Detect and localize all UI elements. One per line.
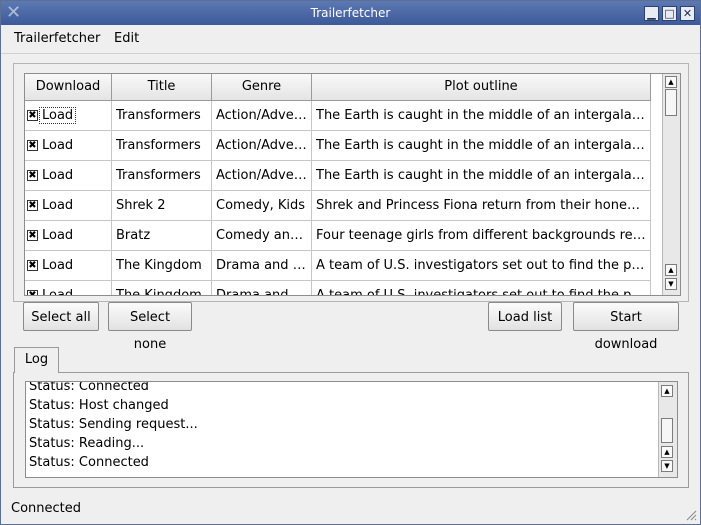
title-cell: The Kingdom bbox=[112, 281, 212, 295]
download-label: Load bbox=[42, 168, 74, 183]
download-cell[interactable]: ✖ Load bbox=[25, 131, 112, 161]
log-line: Status: Sending request... bbox=[29, 417, 198, 432]
log-line: Status: Reading... bbox=[29, 436, 145, 451]
table-row[interactable]: ✖ Load Transformers Action/Adventure The… bbox=[25, 161, 661, 191]
arrow-up-icon[interactable]: ▲ bbox=[661, 446, 673, 458]
plot-cell: The Earth is caught in the middle of an … bbox=[312, 131, 651, 161]
plot-cell: The Earth is caught in the middle of an … bbox=[312, 101, 651, 131]
download-cell[interactable]: ✖ Load bbox=[25, 251, 112, 281]
trailer-table[interactable]: Download Title Genre Plot outline ✖ Load… bbox=[24, 73, 681, 296]
main-window: ✕ Trailerfetcher ▁ □ ✕ Trailerfetcher Ed… bbox=[0, 0, 701, 525]
load-list-button[interactable]: Load list bbox=[488, 302, 562, 331]
column-header-plot[interactable]: Plot outline bbox=[312, 74, 651, 101]
arrow-up-icon[interactable]: ▲ bbox=[665, 264, 677, 276]
genre-cell: Action/Adventure bbox=[212, 161, 312, 191]
menu-trailerfetcher[interactable]: Trailerfetcher bbox=[14, 31, 100, 46]
log-line: Status: Host changed bbox=[29, 398, 169, 413]
status-text: Connected bbox=[11, 501, 82, 516]
download-label: Load bbox=[42, 138, 74, 153]
plot-cell: Shrek and Princess Fiona return from the… bbox=[312, 191, 651, 221]
log-line: Status: Connected bbox=[29, 381, 149, 394]
select-all-button[interactable]: Select all bbox=[23, 302, 99, 331]
menu-separator bbox=[1, 53, 700, 54]
menu-bar: Trailerfetcher Edit bbox=[1, 27, 700, 51]
download-label: Load bbox=[42, 198, 74, 213]
table-row[interactable]: ✖ Load Transformers Action/Adventure The… bbox=[25, 101, 661, 131]
checkbox-checked-icon[interactable]: ✖ bbox=[27, 230, 38, 241]
download-cell[interactable]: ✖ Load bbox=[25, 161, 112, 191]
checkbox-checked-icon[interactable]: ✖ bbox=[27, 110, 38, 121]
table-row[interactable]: ✖ Load The Kingdom Drama and Thriller A … bbox=[25, 251, 661, 281]
column-header-download[interactable]: Download bbox=[25, 74, 112, 101]
start-download-button[interactable]: Start download bbox=[573, 302, 679, 352]
table-row[interactable]: ✖ Load Shrek 2 Comedy, Kids Shrek and Pr… bbox=[25, 191, 661, 221]
download-cell[interactable]: ✖ Load bbox=[25, 221, 112, 251]
genre-cell: Action/Adventure bbox=[212, 131, 312, 161]
arrow-down-icon[interactable]: ▼ bbox=[661, 460, 673, 472]
title-cell: Transformers bbox=[112, 101, 212, 131]
table-scroll-thumb[interactable] bbox=[665, 89, 677, 116]
minimize-icon[interactable]: ▁ bbox=[644, 6, 659, 21]
plot-cell: A team of U.S. investigators set out to … bbox=[312, 281, 651, 295]
download-label: Load bbox=[42, 228, 74, 243]
title-cell: Bratz bbox=[112, 221, 212, 251]
log-vertical-scrollbar[interactable]: ▲ ▲ ▼ bbox=[658, 382, 677, 477]
resize-grip-icon[interactable] bbox=[685, 509, 697, 521]
genre-cell: Drama and Thriller bbox=[212, 251, 312, 281]
table-header: Download Title Genre Plot outline bbox=[25, 74, 661, 101]
title-cell: The Kingdom bbox=[112, 251, 212, 281]
download-cell[interactable]: ✖ Load bbox=[25, 281, 112, 296]
arrow-up-icon[interactable]: ▲ bbox=[661, 385, 673, 397]
log-line: Status: Connected bbox=[29, 455, 149, 470]
download-label: Load bbox=[42, 258, 74, 273]
title-cell: Transformers bbox=[112, 161, 212, 191]
genre-cell: Comedy and Family bbox=[212, 221, 312, 251]
download-label: Load bbox=[42, 288, 74, 296]
download-label: Load bbox=[39, 107, 77, 124]
table-vertical-scrollbar[interactable]: ▲ ▲ ▼ bbox=[662, 74, 680, 295]
checkbox-checked-icon[interactable]: ✖ bbox=[27, 170, 38, 181]
checkbox-checked-icon[interactable]: ✖ bbox=[27, 290, 38, 295]
log-output[interactable]: Status: Connected Status: Host changed S… bbox=[25, 381, 678, 478]
genre-cell: Comedy, Kids bbox=[212, 191, 312, 221]
checkbox-checked-icon[interactable]: ✖ bbox=[27, 260, 38, 271]
title-cell: Transformers bbox=[112, 131, 212, 161]
arrow-up-icon[interactable]: ▲ bbox=[665, 76, 677, 88]
download-cell[interactable]: ✖ Load bbox=[25, 191, 112, 221]
plot-cell: A team of U.S. investigators set out to … bbox=[312, 251, 651, 281]
table-row[interactable]: ✖ Load The Kingdom Drama and Thriller A … bbox=[25, 281, 661, 296]
close-icon[interactable]: ✕ bbox=[680, 6, 695, 21]
select-none-button[interactable]: Select none bbox=[108, 302, 192, 352]
title-cell: Shrek 2 bbox=[112, 191, 212, 221]
tab-log[interactable]: Log bbox=[14, 347, 59, 373]
column-header-genre[interactable]: Genre bbox=[212, 74, 312, 101]
arrow-down-icon[interactable]: ▼ bbox=[665, 278, 677, 290]
genre-cell: Drama and Thriller bbox=[212, 281, 312, 295]
log-scroll-thumb[interactable] bbox=[661, 418, 673, 443]
maximize-icon[interactable]: □ bbox=[662, 6, 677, 21]
plot-cell: Four teenage girls from different backgr… bbox=[312, 221, 651, 251]
download-cell[interactable]: ✖ Load bbox=[25, 101, 112, 131]
menu-edit[interactable]: Edit bbox=[114, 31, 139, 46]
genre-cell: Action/Adventure bbox=[212, 101, 312, 131]
column-header-title[interactable]: Title bbox=[112, 74, 212, 101]
plot-cell: The Earth is caught in the middle of an … bbox=[312, 161, 651, 191]
title-bar[interactable]: ✕ Trailerfetcher ▁ □ ✕ bbox=[1, 1, 700, 25]
table-row[interactable]: ✖ Load Bratz Comedy and Family Four teen… bbox=[25, 221, 661, 251]
table-row[interactable]: ✖ Load Transformers Action/Adventure The… bbox=[25, 131, 661, 161]
checkbox-checked-icon[interactable]: ✖ bbox=[27, 140, 38, 151]
window-title: Trailerfetcher bbox=[310, 6, 391, 20]
checkbox-checked-icon[interactable]: ✖ bbox=[27, 200, 38, 211]
